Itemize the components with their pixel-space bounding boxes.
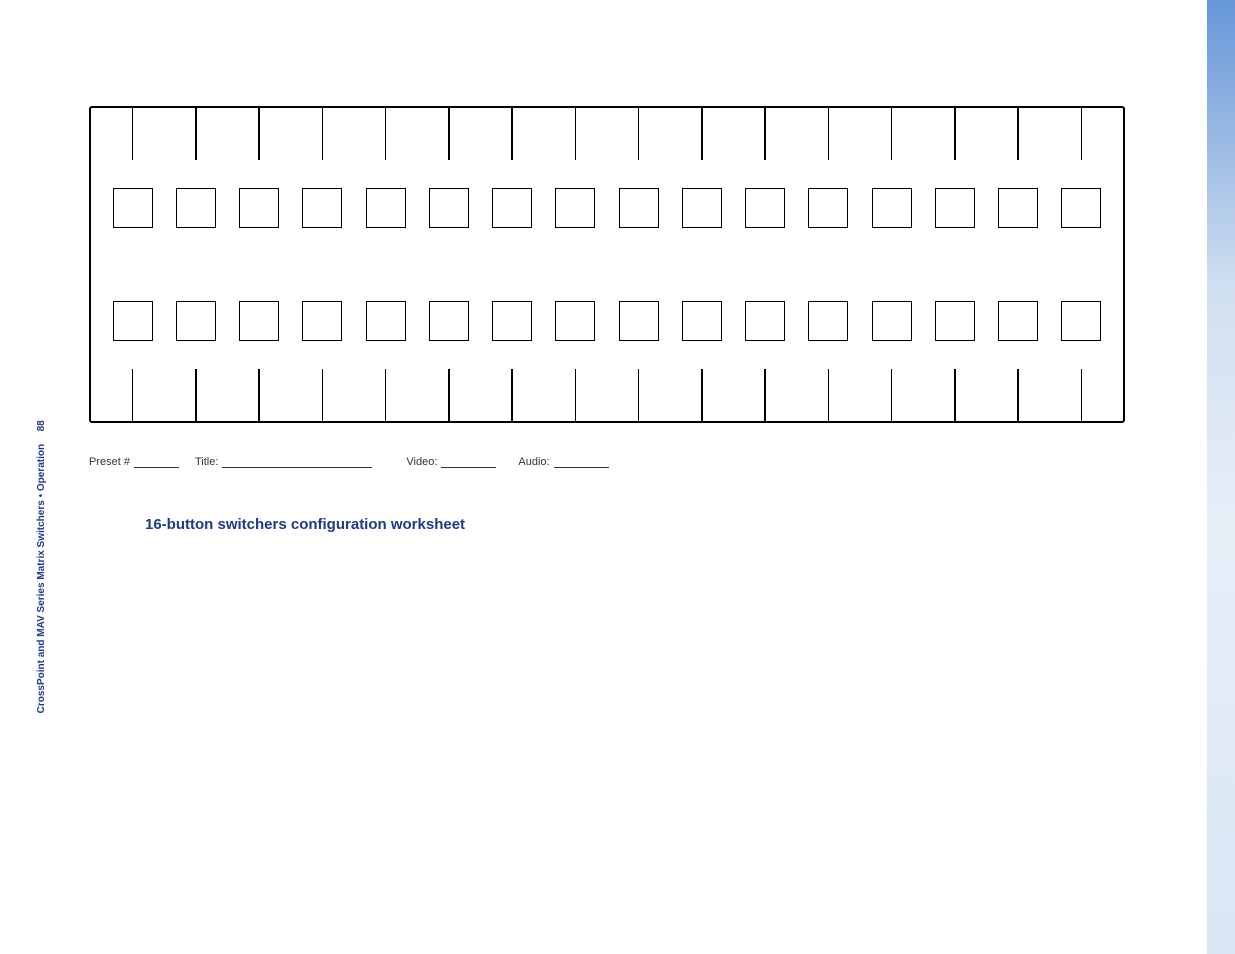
io-box (619, 301, 659, 341)
tick-mark (385, 369, 387, 421)
page-number: 88 (36, 420, 47, 431)
input-box-row (91, 188, 1123, 228)
footer-title: CrossPoint and MAV Series Matrix Switche… (36, 444, 47, 714)
io-box (239, 188, 279, 228)
io-box (808, 301, 848, 341)
tick-mark (258, 108, 260, 160)
preset-form-line: Preset # Title: Video: Audio: (89, 456, 613, 468)
tick-mark (638, 108, 640, 160)
io-box (935, 188, 975, 228)
io-box (619, 188, 659, 228)
tick-mark (701, 369, 703, 421)
io-box (429, 188, 469, 228)
tick-mark (954, 108, 956, 160)
tick-mark (764, 108, 766, 160)
tick-mark (448, 369, 450, 421)
io-box (239, 301, 279, 341)
input-ticks-top (91, 108, 1123, 160)
tick-mark (891, 108, 893, 160)
io-box (492, 301, 532, 341)
io-box (872, 301, 912, 341)
io-box (935, 301, 975, 341)
audio-label: Audio: (518, 456, 549, 468)
io-box (745, 301, 785, 341)
io-box (302, 188, 342, 228)
preset-blank (134, 456, 179, 468)
tick-mark (575, 369, 577, 421)
tick-mark (322, 108, 324, 160)
io-box (366, 188, 406, 228)
footer-text: CrossPoint and MAV Series Matrix Switche… (36, 420, 47, 713)
tick-mark (1017, 108, 1019, 160)
io-box (176, 301, 216, 341)
switcher-diagram (89, 106, 1125, 423)
io-box (555, 301, 595, 341)
io-box (682, 301, 722, 341)
tick-mark (1081, 369, 1083, 421)
tick-mark (132, 369, 134, 421)
io-box (113, 301, 153, 341)
io-box (682, 188, 722, 228)
video-label: Video: (406, 456, 437, 468)
tick-mark (322, 369, 324, 421)
tick-mark (828, 108, 830, 160)
audio-blank (554, 456, 609, 468)
tick-mark (638, 369, 640, 421)
io-box (998, 301, 1038, 341)
io-box (1061, 188, 1101, 228)
tick-mark (1017, 369, 1019, 421)
io-box (1061, 301, 1101, 341)
page-edge-gradient (1207, 0, 1235, 954)
io-box (302, 301, 342, 341)
io-box (998, 188, 1038, 228)
io-box (808, 188, 848, 228)
tick-mark (385, 108, 387, 160)
output-box-row (91, 301, 1123, 341)
tick-mark (511, 108, 513, 160)
video-blank (441, 456, 496, 468)
preset-label: Preset # (89, 456, 130, 468)
page-content: Preset # Title: Video: Audio: 16-button … (0, 0, 1207, 954)
io-box (872, 188, 912, 228)
title-blank (222, 456, 372, 468)
tick-mark (891, 369, 893, 421)
tick-mark (511, 369, 513, 421)
title-label: Title: (195, 456, 218, 468)
tick-mark (828, 369, 830, 421)
tick-mark (195, 369, 197, 421)
tick-mark (764, 369, 766, 421)
section-heading: 16-button switchers configuration worksh… (145, 516, 465, 533)
io-box (366, 301, 406, 341)
io-box (555, 188, 595, 228)
output-ticks-bottom (91, 369, 1123, 421)
io-box (176, 188, 216, 228)
tick-mark (701, 108, 703, 160)
tick-mark (954, 369, 956, 421)
io-box (429, 301, 469, 341)
tick-mark (448, 108, 450, 160)
io-box (492, 188, 532, 228)
tick-mark (258, 369, 260, 421)
tick-mark (575, 108, 577, 160)
tick-mark (1081, 108, 1083, 160)
io-box (113, 188, 153, 228)
tick-mark (195, 108, 197, 160)
tick-mark (132, 108, 134, 160)
io-box (745, 188, 785, 228)
